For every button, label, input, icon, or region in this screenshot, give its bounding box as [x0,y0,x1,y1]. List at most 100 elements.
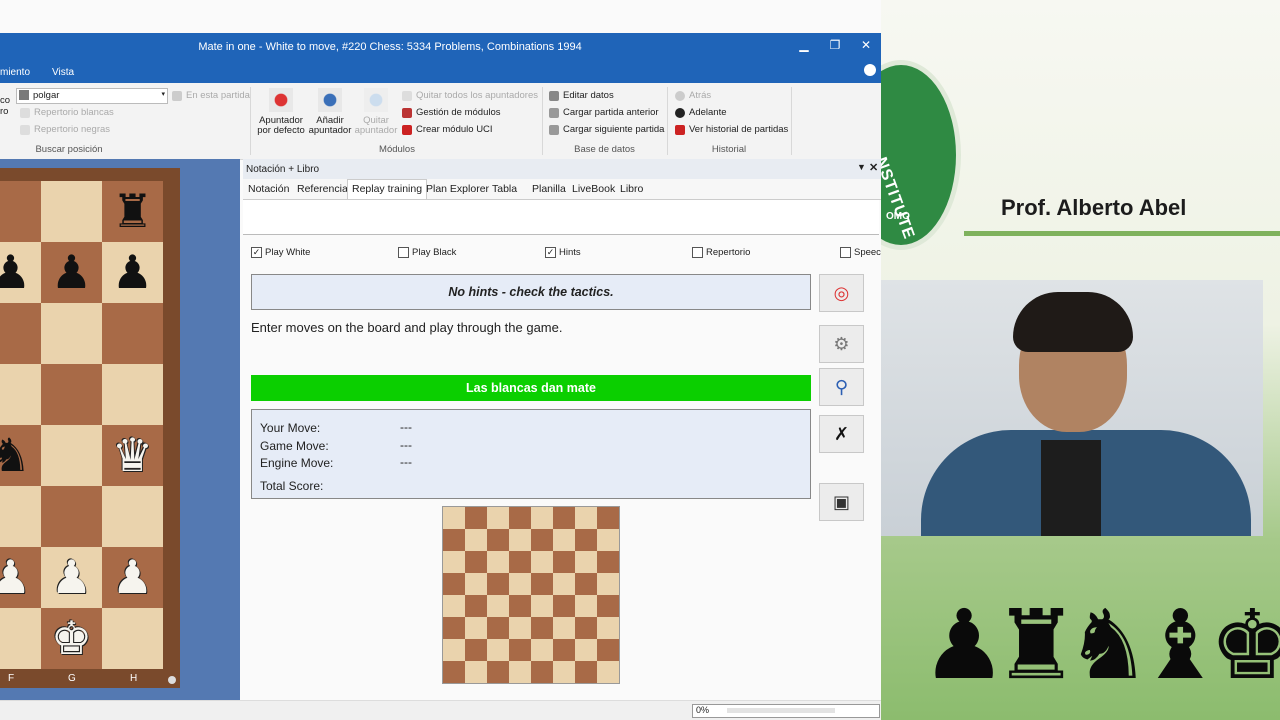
repertorio-checkbox[interactable]: Repertorio [692,247,750,258]
apuntador-defecto-button[interactable]: Apuntador por defecto [255,88,307,136]
white-queen-icon[interactable]: ♛ [102,425,163,486]
resign-button[interactable]: ✗ [819,415,864,453]
tab-plan-explorer[interactable]: Plan Explorer [426,183,489,195]
black-pawn-icon[interactable]: ♟ [41,242,102,303]
tab-libro[interactable]: Libro [620,183,643,195]
square[interactable] [102,364,163,425]
chevron-down-icon[interactable]: ▾ [161,90,165,98]
search-combo[interactable]: polgar ▾ [16,88,168,104]
tab-referencia[interactable]: Referencia [297,183,348,195]
square[interactable] [41,364,102,425]
quitar-todos-button[interactable]: Quitar todos los apuntadores [402,90,538,101]
mini-board [442,506,620,684]
white-pawn-icon[interactable]: ♟ [102,547,163,608]
cut-label-top: co [0,95,11,106]
checkbox-box[interactable]: ✓ [251,247,262,258]
group-label-historial: Historial [711,144,747,155]
chess-pieces-decoration: ♟♜♞♝♚♛ [921,589,1280,701]
hints-checkbox[interactable]: ✓ Hints [545,247,581,258]
notation-area[interactable] [243,200,879,235]
ver-historial-button[interactable]: Ver historial de partidas [675,124,788,135]
square[interactable] [0,608,41,669]
cargar-anterior-button[interactable]: Cargar partida anterior [549,107,659,118]
cut-label-bottom: ro [0,106,9,117]
help-icon[interactable] [864,64,876,76]
cargar-siguiente-label: Cargar siguiente partida [563,124,665,135]
tab-livebook[interactable]: LiveBook [572,183,615,195]
menu-item-vista[interactable]: Vista [52,67,74,78]
square[interactable] [0,364,41,425]
play-white-checkbox[interactable]: ✓ Play White [251,247,310,258]
anadir-apuntador-button[interactable]: Añadir apuntador [306,88,354,136]
repertorio-negras-button[interactable]: Repertorio negras [20,124,110,135]
anadir-apuntador-label: Añadir apuntador [308,115,352,136]
maximize-button[interactable]: ❐ [828,38,842,52]
square[interactable] [41,181,102,242]
hint-magnet-button[interactable]: ⚲ [819,368,864,406]
close-button[interactable]: ✕ [859,38,873,52]
square[interactable] [0,181,41,242]
checkbox-box[interactable] [840,247,851,258]
cargar-siguiente-button[interactable]: Cargar siguiente partida [549,124,664,135]
tab-tabla[interactable]: Tabla [492,183,517,195]
white-pawn-icon[interactable]: ♟ [41,547,102,608]
square[interactable] [41,486,102,547]
square[interactable] [41,425,102,486]
edit-icon [549,90,559,101]
checkbox-box[interactable]: ✓ [545,247,556,258]
square[interactable] [0,303,41,364]
crear-modulo-button[interactable]: Crear módulo UCI [402,124,493,135]
game-move-label: Game Move: [260,439,329,453]
ribbon-cut-button[interactable]: co ro [0,95,12,121]
atras-button[interactable]: Atrás [675,90,711,101]
engine-icon [269,88,293,112]
help-lifebuoy-button[interactable]: ◎ [819,274,864,312]
chess-board[interactable]: ♜ ♟ ♟ ♟ ♞ ♛ ♟ ♟ ♟ ♚ [0,168,180,688]
editar-datos-button[interactable]: Editar datos [549,90,614,101]
progress-track [727,708,835,713]
logo-text: NSTITUTE [881,155,918,242]
repertoire-icon [20,124,30,135]
black-pawn-icon[interactable]: ♟ [0,242,41,303]
tab-replay-training[interactable]: Replay training [347,179,428,199]
apuntador-defecto-label: Apuntador por defecto [257,115,305,136]
save-icon: ▣ [832,491,850,513]
minimize-button[interactable]: ▁ [797,38,811,52]
black-rook-icon[interactable]: ♜ [102,181,163,242]
black-knight-icon[interactable]: ♞ [0,425,41,486]
tab-planilla[interactable]: Planilla [532,183,566,195]
white-king-icon[interactable]: ♚ [41,608,102,669]
window-title: Mate in one - White to move, #220 Chess:… [198,41,582,53]
tab-bar: Notación Referencia Replay training Plan… [243,179,881,200]
black-pawn-icon[interactable]: ♟ [102,242,163,303]
chevron-down-icon[interactable]: ▼ [857,162,866,172]
institute-logo: NSTITUTE OMO [881,60,961,250]
instruction-text: Enter moves on the board and play throug… [251,320,563,335]
white-pawn-icon[interactable]: ♟ [0,547,41,608]
square[interactable] [41,303,102,364]
checkbox-box[interactable] [692,247,703,258]
engine-settings-button[interactable]: ⚙ [819,325,864,363]
forward-icon [675,107,685,118]
gestion-modulos-button[interactable]: Gestión de módulos [402,107,501,118]
engine-move-value: --- [400,455,412,469]
square[interactable] [102,303,163,364]
checkbox-label: Play Black [412,247,457,258]
lifebuoy-icon: ◎ [833,282,850,304]
save-button[interactable]: ▣ [819,483,864,521]
quitar-apuntador-button[interactable]: Quitar apuntador [353,88,399,136]
repertorio-blancas-button[interactable]: Repertorio blancas [20,107,114,118]
adelante-label: Adelante [689,107,727,118]
adelante-button[interactable]: Adelante [675,107,727,118]
checkbox-box[interactable] [398,247,409,258]
result-bar: Las blancas dan mate [251,375,811,401]
square[interactable] [0,486,41,547]
close-icon[interactable]: ✕ [869,161,878,174]
en-esta-partida-button[interactable]: En esta partida [172,90,250,101]
tab-notacion[interactable]: Notación [248,183,289,195]
square[interactable] [102,608,163,669]
play-black-checkbox[interactable]: Play Black [398,247,456,258]
speech-checkbox[interactable]: Speech [840,247,881,258]
square[interactable] [102,486,163,547]
menu-item-entrenamiento[interactable]: miento [0,67,30,78]
